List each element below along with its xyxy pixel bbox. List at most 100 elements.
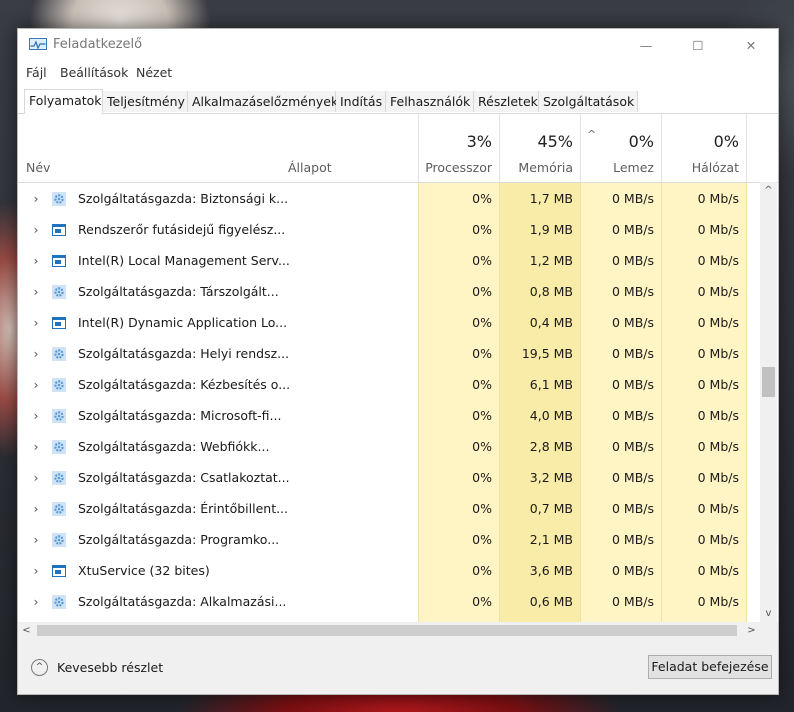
column-network[interactable]: 0% Hálózat [661, 114, 747, 182]
fewer-details-link[interactable]: Kevesebb részlet [57, 660, 163, 675]
process-disk: 0 MB/s [580, 493, 661, 524]
process-row[interactable]: › Szolgáltatásgazda: Kézbesítés o... 0% 6,1… [18, 369, 760, 400]
tab-details[interactable]: Részletek [474, 91, 539, 112]
process-network: 0 Mb/s [661, 276, 747, 307]
process-memory: 0,4 MB [499, 307, 580, 338]
tab-startup[interactable]: Indítás [336, 91, 386, 112]
process-name: Szolgáltatásgazda: Microsoft-fi... [78, 408, 282, 423]
scroll-left-icon[interactable]: < [18, 622, 35, 639]
horizontal-scroll-thumb[interactable] [37, 625, 737, 636]
column-status[interactable]: Állapot [278, 114, 418, 182]
process-memory: 0,6 MB [499, 586, 580, 617]
vertical-scrollbar[interactable]: ^ v [760, 182, 777, 622]
column-memory[interactable]: 45% Memória [499, 114, 580, 182]
close-button[interactable]: ✕ [728, 29, 774, 61]
window-icon [52, 564, 66, 578]
process-row[interactable]: › Szolgáltatásgazda: Érintőbillent... 0% 0,… [18, 493, 760, 524]
tab-services[interactable]: Szolgáltatások [539, 91, 638, 112]
tab-users[interactable]: Felhasználók [386, 91, 474, 112]
process-name: Szolgáltatásgazda: Kézbesítés o... [78, 377, 291, 392]
process-disk: 0 MB/s [580, 431, 661, 462]
expand-chevron-icon[interactable]: › [28, 400, 44, 431]
process-cpu: 0% [418, 338, 499, 369]
process-network: 0 Mb/s [661, 524, 747, 555]
process-row[interactable]: › Szolgáltatásgazda: Helyi rendsz... 0% 19,… [18, 338, 760, 369]
expand-chevron-icon[interactable]: › [28, 245, 44, 276]
tab-processes[interactable]: Folyamatok [24, 89, 103, 114]
expand-chevron-icon[interactable]: › [28, 555, 44, 586]
process-row[interactable]: › Szolgáltatásgazda: Biztonsági k... 0% 1,7… [18, 183, 760, 214]
window-title: Feladatkezelő [53, 37, 143, 52]
column-name[interactable]: Név [18, 114, 278, 182]
sort-ascending-icon: ^ [587, 128, 597, 141]
process-row[interactable]: › Szolgáltatásgazda: Csatlakoztat... 0% 3,2… [18, 462, 760, 493]
process-row[interactable]: › Szolgáltatásgazda: Társzolgált... 0% 0,8 … [18, 276, 760, 307]
menu-view[interactable]: Nézet [136, 65, 172, 80]
gear-icon [52, 533, 66, 547]
network-total-percent: 0% [713, 132, 739, 151]
expand-chevron-icon[interactable]: › [28, 307, 44, 338]
expand-chevron-icon[interactable]: › [28, 276, 44, 307]
process-name: Szolgáltatásgazda: Biztonsági k... [78, 191, 289, 206]
minimize-icon: — [639, 37, 653, 53]
scroll-right-icon[interactable]: > [743, 622, 760, 639]
title-bar[interactable]: Feladatkezelő — ☐ ✕ [18, 29, 778, 61]
process-network: 0 Mb/s [661, 183, 747, 214]
expand-chevron-icon[interactable]: › [28, 586, 44, 617]
process-cpu: 0% [418, 524, 499, 555]
scroll-up-icon[interactable]: ^ [760, 182, 777, 199]
end-task-button[interactable]: Feladat befejezése [648, 655, 772, 679]
process-disk: 0 MB/s [580, 276, 661, 307]
process-row[interactable]: › Intel(R) Local Management Serv... 0% 1,2 … [18, 245, 760, 276]
process-name: Szolgáltatásgazda: Helyi rendsz... [78, 346, 290, 361]
list-top-edge [18, 182, 760, 183]
column-memory-label: Memória [518, 160, 573, 175]
expand-chevron-icon[interactable]: › [28, 338, 44, 369]
process-memory: 2,1 MB [499, 524, 580, 555]
column-disk[interactable]: ^ 0% Lemez [580, 114, 661, 182]
close-icon: ✕ [745, 37, 757, 53]
process-row[interactable]: › Szolgáltatásgazda: Microsoft-fi... 0% 4,0… [18, 400, 760, 431]
expand-chevron-icon[interactable]: › [28, 524, 44, 555]
process-disk: 0 MB/s [580, 555, 661, 586]
process-network: 0 Mb/s [661, 214, 747, 245]
horizontal-scrollbar[interactable]: < > [18, 622, 778, 639]
tab-performance[interactable]: Teljesítmény [103, 91, 188, 112]
maximize-button[interactable]: ☐ [675, 29, 721, 61]
column-cpu[interactable]: 3% Processzor [418, 114, 499, 182]
process-disk: 0 MB/s [580, 462, 661, 493]
process-memory: 19,5 MB [499, 338, 580, 369]
chevron-up-circle-icon[interactable]: ^ [31, 659, 48, 676]
process-disk: 0 MB/s [580, 586, 661, 617]
expand-chevron-icon[interactable]: › [28, 183, 44, 214]
tab-app-history[interactable]: Alkalmazáselőzmények [188, 91, 338, 112]
process-row[interactable]: › Szolgáltatásgazda: Webfiókk... 0% 2,8 MB 0… [18, 431, 760, 462]
expand-chevron-icon[interactable]: › [28, 369, 44, 400]
minimize-button[interactable]: — [623, 29, 669, 61]
process-network: 0 Mb/s [661, 369, 747, 400]
process-row[interactable]: › XtuService (32 bites) 0% 3,6 MB 0 MB/s 0 Mb… [18, 555, 760, 586]
process-cpu: 0% [418, 369, 499, 400]
scroll-down-icon[interactable]: v [760, 605, 777, 622]
expand-chevron-icon[interactable]: › [28, 493, 44, 524]
process-row[interactable]: › Szolgáltatásgazda: Alkalmazási... 0% 0,6 … [18, 586, 760, 617]
process-row[interactable]: › Szolgáltatásgazda: Programko... 0% 2,1 MB… [18, 524, 760, 555]
process-memory: 3,2 MB [499, 462, 580, 493]
menu-settings[interactable]: Beállítások [60, 65, 128, 80]
process-row[interactable]: › Intel(R) Dynamic Application Lo... 0% 0,4… [18, 307, 760, 338]
menu-file[interactable]: Fájl [26, 65, 47, 80]
process-name: Szolgáltatásgazda: Webfiókk... [78, 439, 270, 454]
column-cpu-label: Processzor [425, 160, 492, 175]
menu-bar: Fájl Beállítások Nézet [18, 65, 778, 83]
gear-icon [52, 440, 66, 454]
expand-chevron-icon[interactable]: › [28, 462, 44, 493]
process-memory: 1,2 MB [499, 245, 580, 276]
vertical-scroll-thumb[interactable] [762, 367, 775, 397]
process-row[interactable]: › Rendszerőr futásidejű figyelész... 0% 1,9… [18, 214, 760, 245]
process-cpu: 0% [418, 183, 499, 214]
process-name: Szolgáltatásgazda: Társzolgált... [78, 284, 279, 299]
process-disk: 0 MB/s [580, 245, 661, 276]
process-network: 0 Mb/s [661, 586, 747, 617]
expand-chevron-icon[interactable]: › [28, 214, 44, 245]
expand-chevron-icon[interactable]: › [28, 431, 44, 462]
